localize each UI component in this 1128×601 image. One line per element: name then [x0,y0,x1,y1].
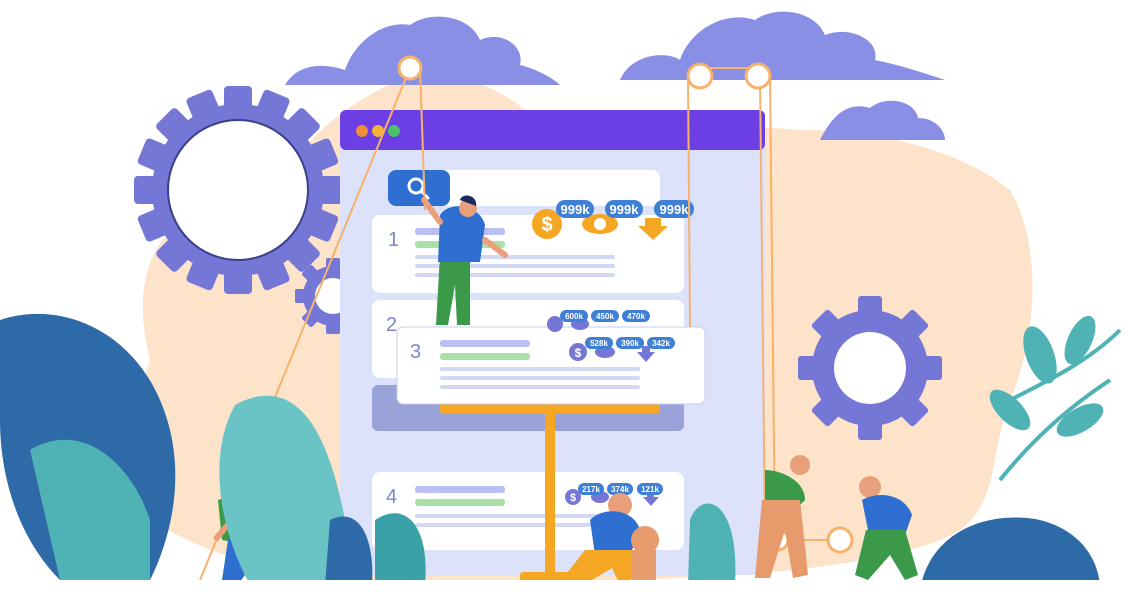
stand-pole [545,410,555,580]
metric-1-2: 999k [610,202,640,217]
result-rank-1: 1 [388,229,399,251]
window-dot-red [356,125,368,137]
metric-3-3: 342k [652,339,670,348]
metric-4-2: 374k [611,485,629,494]
svg-text:$: $ [570,492,576,504]
metric-4-3: 121k [641,485,659,494]
browser-titlebar [340,110,765,150]
cloud-right [620,11,945,80]
result-rank-2: 2 [386,314,397,336]
metric-1-3: 999k [660,202,690,217]
result-rank-4: 4 [386,486,397,508]
metric-3-2: 390k [621,339,639,348]
window-dot-green [388,125,400,137]
cloud-left [285,16,560,85]
gear-large-icon [134,86,342,294]
metric-3-1: 528k [590,339,608,348]
svg-text:$: $ [541,214,552,236]
svg-text:$: $ [575,346,582,360]
result-card-1 [372,215,684,293]
cloud-small [820,100,945,140]
seo-ranking-illustration: 1 2 4 3 $ 999k 999k 999k 600k 450k 470k … [0,11,1128,601]
metric-2-1: 600k [565,312,583,321]
search-button[interactable] [388,170,450,206]
metric-1-1: 999k [561,202,591,217]
metric-2-3: 470k [627,312,645,321]
metric-2-2: 450k [596,312,614,321]
result-rank-3: 3 [410,341,421,363]
gear-right-icon [798,296,942,440]
metric-4-1: 217k [582,485,600,494]
ground [0,580,1128,601]
